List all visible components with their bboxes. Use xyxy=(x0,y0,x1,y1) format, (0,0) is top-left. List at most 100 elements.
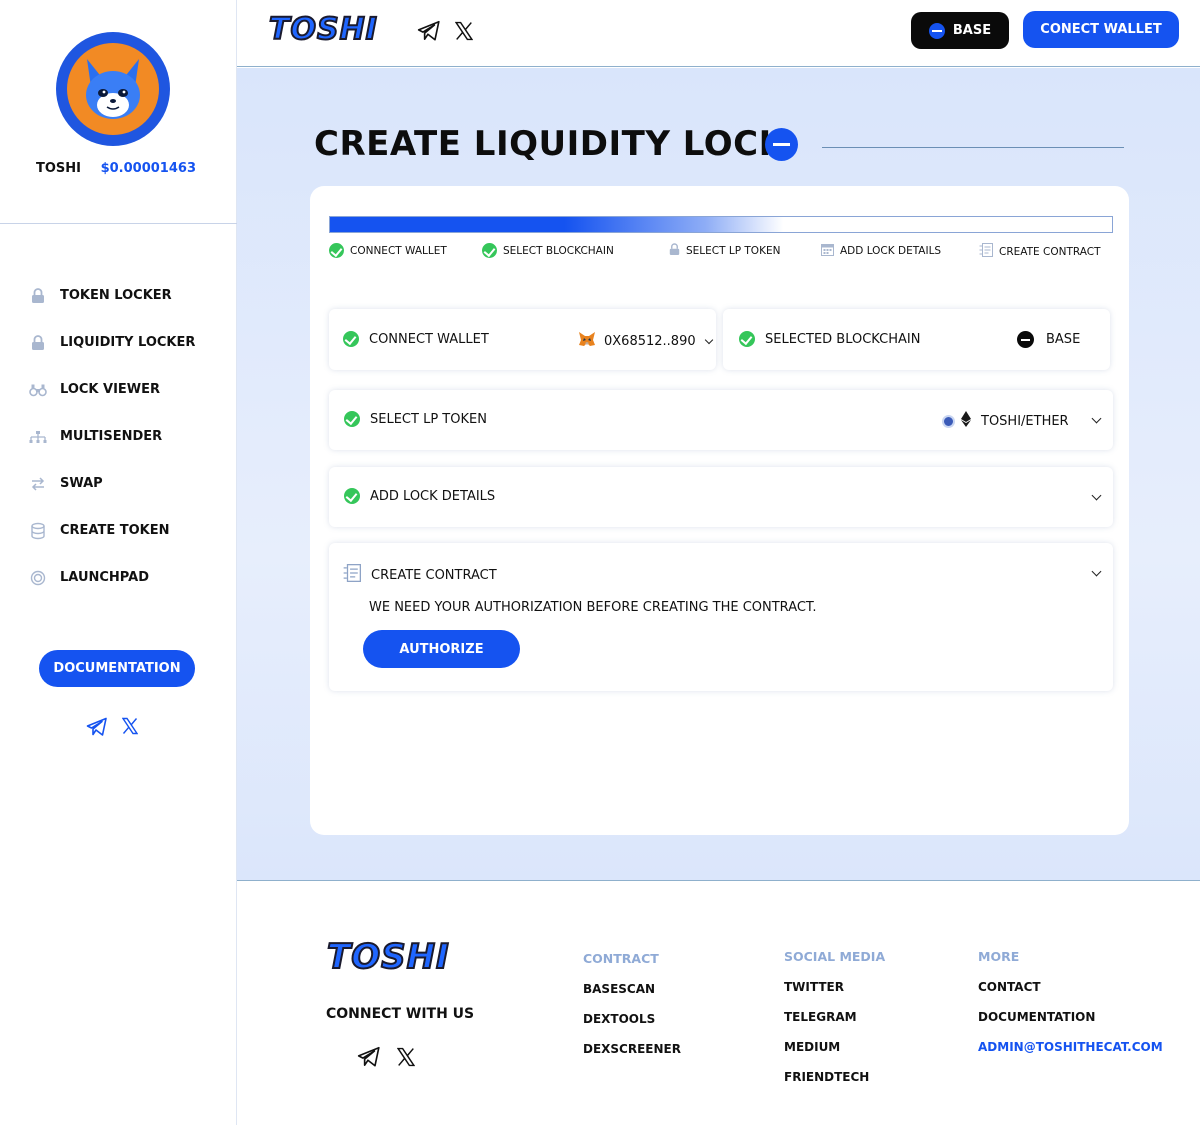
add-lock-details-panel[interactable]: ADD LOCK DETAILS xyxy=(329,467,1113,527)
header-logo[interactable]: TOSHI xyxy=(268,11,378,48)
metamask-fox-icon xyxy=(578,331,596,351)
footer-heading: MORE xyxy=(978,949,1020,964)
sidebar-item-label: CREATE TOKEN xyxy=(60,523,170,538)
blockchain-value: BASE xyxy=(1017,331,1080,348)
chevron-down-icon[interactable] xyxy=(1091,413,1102,424)
footer-link-email[interactable]: ADMIN@TOSHITHECAT.COM xyxy=(978,1040,1163,1054)
footer-link-contact[interactable]: CONTACT xyxy=(978,980,1163,994)
panel-label: SELECTED BLOCKCHAIN xyxy=(765,331,921,347)
footer-link-medium[interactable]: MEDIUM xyxy=(784,1040,885,1054)
main-content: CREATE LIQUIDITY LOCK CONNECT WALLET SEL… xyxy=(237,68,1200,880)
lock-icon xyxy=(669,243,680,259)
telegram-icon[interactable] xyxy=(417,20,441,46)
calendar-icon xyxy=(821,243,834,259)
panel-label: ADD LOCK DETAILS xyxy=(370,488,496,504)
title-divider xyxy=(822,147,1124,148)
select-lp-token-panel[interactable]: SELECT LP TOKEN TOSHI/ETHER xyxy=(329,390,1113,450)
footer-socials xyxy=(357,1046,416,1072)
page-title: CREATE LIQUIDITY LOCK xyxy=(314,124,786,164)
documentation-button[interactable]: DOCUMENTATION xyxy=(39,650,195,687)
panel-title: CONNECT WALLET xyxy=(343,331,489,347)
token-name: TOSHI xyxy=(36,161,81,176)
wallet-address-dropdown[interactable]: 0X68512..890 xyxy=(578,331,713,351)
binoculars-icon xyxy=(28,380,48,400)
base-chain-icon xyxy=(1017,331,1034,348)
sidebar-item-label: LAUNCHPAD xyxy=(60,570,149,585)
contract-icon xyxy=(343,564,361,586)
sidebar-item-lock-viewer[interactable]: LOCK VIEWER xyxy=(28,366,228,413)
blockchain-name: BASE xyxy=(1046,332,1081,347)
rocket-icon xyxy=(28,568,48,588)
sidebar-item-token-locker[interactable]: TOKEN LOCKER xyxy=(28,272,228,319)
check-icon xyxy=(344,488,360,504)
chevron-down-icon[interactable] xyxy=(1091,566,1102,577)
sidebar-item-launchpad[interactable]: LAUNCHPAD xyxy=(28,554,228,601)
contract-icon xyxy=(979,243,993,260)
x-twitter-icon[interactable] xyxy=(454,20,474,46)
panel-label: CREATE CONTRACT xyxy=(371,567,497,583)
footer-link-telegram[interactable]: TELEGRAM xyxy=(784,1010,885,1024)
connect-wallet-button[interactable]: CONECT WALLET xyxy=(1023,11,1179,48)
step-add-lock-details: ADD LOCK DETAILS xyxy=(821,243,941,259)
sidebar-item-multisender[interactable]: MULTISENDER xyxy=(28,413,228,460)
selected-blockchain-panel: SELECTED BLOCKCHAIN BASE xyxy=(723,309,1110,370)
footer-link-basescan[interactable]: BASESCAN xyxy=(583,982,681,996)
swap-icon xyxy=(28,474,48,494)
sidebar-item-label: SWAP xyxy=(60,476,103,491)
panel-title: SELECT LP TOKEN xyxy=(344,411,487,427)
hierarchy-icon xyxy=(28,427,48,447)
lp-token-value: TOSHI/ETHER xyxy=(942,411,1069,431)
x-twitter-icon[interactable] xyxy=(396,1046,416,1072)
chevron-down-icon xyxy=(704,335,713,344)
step-indicator: CONNECT WALLET SELECT BLOCKCHAIN SELECT … xyxy=(329,243,1113,263)
footer-social-column: SOCIAL MEDIA TWITTER TELEGRAM MEDIUM FRI… xyxy=(784,949,885,1100)
toshi-avatar xyxy=(56,32,170,146)
lock-icon xyxy=(28,333,48,353)
panel-title: ADD LOCK DETAILS xyxy=(344,488,495,504)
footer: TOSHI CONNECT WITH US CONTRACT BASESCAN … xyxy=(237,880,1200,1125)
check-icon xyxy=(343,331,359,347)
toshi-token-icon xyxy=(942,414,955,428)
step-label: CREATE CONTRACT xyxy=(999,245,1101,258)
sidebar-item-liquidity-locker[interactable]: LIQUIDITY LOCKER xyxy=(28,319,228,366)
token-price: $0.00001463 xyxy=(100,161,196,176)
sidebar-nav: TOKEN LOCKER LIQUIDITY LOCKER LOCK VIEWE… xyxy=(28,272,228,601)
step-select-lp-token: SELECT LP TOKEN xyxy=(669,243,780,259)
sidebar-item-label: TOKEN LOCKER xyxy=(60,288,172,303)
sidebar-item-label: MULTISENDER xyxy=(60,429,163,444)
footer-link-friendtech[interactable]: FRIENDTECH xyxy=(784,1070,885,1084)
footer-link-dexscreener[interactable]: DEXSCREENER xyxy=(583,1042,681,1056)
sidebar-item-create-token[interactable]: CREATE TOKEN xyxy=(28,507,228,554)
x-twitter-icon[interactable] xyxy=(121,717,139,741)
network-button[interactable]: BASE xyxy=(911,12,1009,49)
sidebar: TOSHI $0.00001463 TOKEN LOCKER LIQUIDITY… xyxy=(0,0,237,1125)
lp-token-pair: TOSHI/ETHER xyxy=(981,413,1069,429)
authorize-button[interactable]: AUTHORIZE xyxy=(363,630,520,668)
connect-wallet-panel: CONNECT WALLET 0X68512..890 xyxy=(329,309,716,370)
lock-wizard-card: CONNECT WALLET SELECT BLOCKCHAIN SELECT … xyxy=(310,186,1129,835)
sidebar-item-label: LIQUIDITY LOCKER xyxy=(60,335,196,350)
footer-link-documentation[interactable]: DOCUMENTATION xyxy=(978,1010,1163,1024)
header-socials xyxy=(417,20,474,46)
footer-more-column: MORE CONTACT DOCUMENTATION ADMIN@TOSHITH… xyxy=(978,949,1163,1070)
footer-logo[interactable]: TOSHI xyxy=(326,936,450,978)
step-label: SELECT LP TOKEN xyxy=(686,245,781,257)
create-contract-panel: CREATE CONTRACT WE NEED YOUR AUTHORIZATI… xyxy=(329,543,1113,691)
step-label: ADD LOCK DETAILS xyxy=(840,245,942,257)
ethereum-icon xyxy=(961,411,971,431)
panel-label: SELECT LP TOKEN xyxy=(370,411,487,427)
footer-heading: SOCIAL MEDIA xyxy=(784,949,886,964)
footer-link-twitter[interactable]: TWITTER xyxy=(784,980,885,994)
sidebar-item-swap[interactable]: SWAP xyxy=(28,460,228,507)
cat-mascot-icon xyxy=(86,59,140,119)
chevron-down-icon[interactable] xyxy=(1091,490,1102,501)
lock-icon xyxy=(28,286,48,306)
telegram-icon[interactable] xyxy=(86,717,108,741)
step-create-contract: CREATE CONTRACT xyxy=(979,243,1101,260)
check-icon xyxy=(329,243,344,258)
step-label: CONNECT WALLET xyxy=(350,244,447,257)
top-header: TOSHI BASE CONECT WALLET xyxy=(237,0,1200,67)
panel-label: CONNECT WALLET xyxy=(369,331,489,347)
footer-link-dextools[interactable]: DEXTOOLS xyxy=(583,1012,681,1026)
telegram-icon[interactable] xyxy=(357,1046,381,1072)
